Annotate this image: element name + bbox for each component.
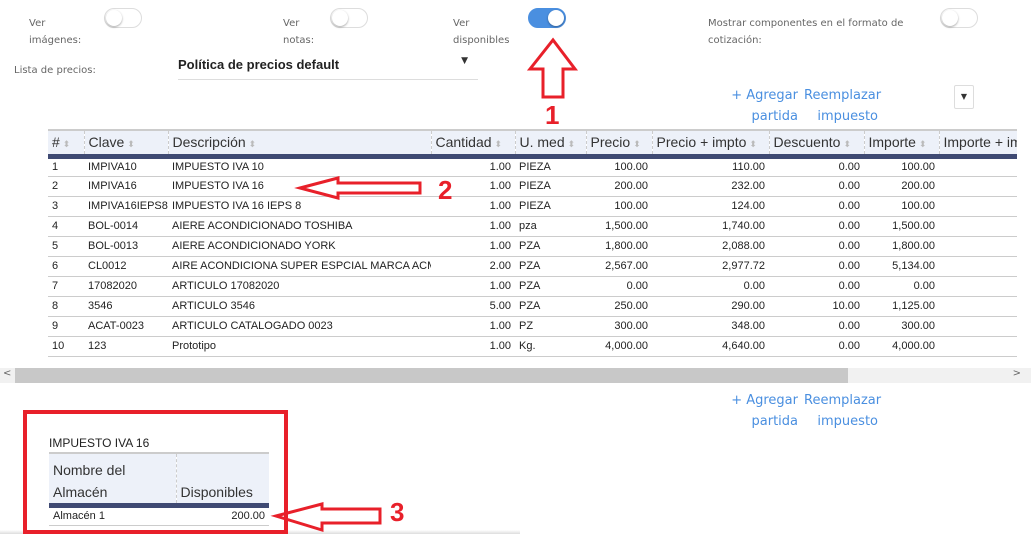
annotation-3: 3 (390, 497, 405, 527)
annotation-2: 2 (438, 175, 453, 205)
arrow-left-annotation-2 (294, 176, 422, 200)
arrow-left-annotation-3 (270, 502, 382, 533)
annotation-box (23, 410, 288, 534)
arrow-up-annotation (526, 37, 579, 99)
annotation-1: 1 (545, 100, 560, 130)
